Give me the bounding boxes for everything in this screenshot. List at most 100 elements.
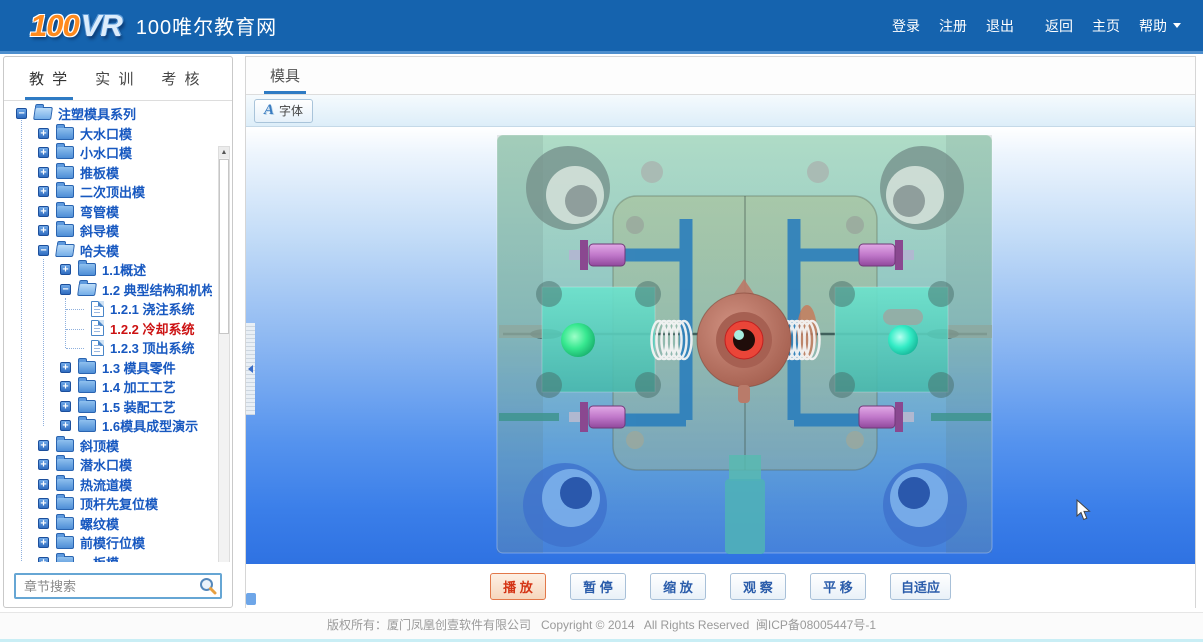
tree-item[interactable]: +顶杆先复位模 xyxy=(4,494,212,514)
expand-icon[interactable]: + xyxy=(60,264,71,275)
nav-login[interactable]: 登录 xyxy=(892,16,920,36)
folder-icon xyxy=(56,556,74,562)
expand-icon[interactable]: + xyxy=(60,420,71,431)
tab-label: 考 核 xyxy=(161,68,201,89)
tree-item[interactable]: +斜顶模 xyxy=(4,436,212,456)
tree-item-label: 前模行位模 xyxy=(80,533,145,552)
nav-home-label: 主页 xyxy=(1092,16,1120,36)
tree-item[interactable]: +1.5 装配工艺 xyxy=(4,397,212,417)
tree-item[interactable]: +潜水口模 xyxy=(4,455,212,475)
tree-item[interactable]: −1.2 典型结构和机构 xyxy=(4,280,212,300)
zoom-button[interactable]: 缩 放 xyxy=(650,573,706,600)
pan-button[interactable]: 平 移 xyxy=(810,573,866,600)
expand-icon[interactable]: + xyxy=(38,498,49,509)
folder-icon xyxy=(56,185,74,198)
scroll-thumb[interactable] xyxy=(219,159,229,334)
tree-item-label: 一板模 xyxy=(80,553,119,562)
tree-wrap: −注塑模具系列+大水口模+小水口模+推板模+二次顶出模+弯管模+斜导模−哈夫模+… xyxy=(4,101,232,562)
tab-assessment[interactable]: 考 核 xyxy=(157,57,205,100)
expand-icon[interactable]: + xyxy=(38,459,49,470)
folder-icon xyxy=(56,166,74,179)
observe-button[interactable]: 观 察 xyxy=(730,573,786,600)
tree-item[interactable]: +螺纹模 xyxy=(4,514,212,534)
expand-icon[interactable]: + xyxy=(38,225,49,236)
sidebar-collapse-handle[interactable] xyxy=(246,323,255,415)
tree-item[interactable]: −注塑模具系列 xyxy=(4,104,212,124)
folder-icon xyxy=(56,146,74,159)
tree-item[interactable]: + 大水口模 xyxy=(4,124,212,144)
expand-icon[interactable]: + xyxy=(60,381,71,392)
chevron-down-icon xyxy=(1173,23,1181,28)
tree-item[interactable]: 1.2.3 顶出系统 xyxy=(4,338,212,358)
font-button[interactable]: A 字体 xyxy=(254,99,313,123)
logo-vr: VR xyxy=(81,8,122,44)
search-input[interactable] xyxy=(14,573,222,599)
sidebar: 教 学实 训考 核 −注塑模具系列+大水口模+小水口模+推板模+二次顶出模+弯管… xyxy=(3,56,233,608)
expand-icon[interactable]: + xyxy=(38,440,49,451)
tree-item[interactable]: +推板模 xyxy=(4,163,212,183)
pause-button[interactable]: 暂 停 xyxy=(570,573,626,600)
expand-icon[interactable]: + xyxy=(38,147,49,158)
folder-icon xyxy=(56,497,74,510)
magnifier-icon[interactable] xyxy=(199,577,217,595)
expand-icon[interactable]: + xyxy=(38,167,49,178)
mold-3d-model[interactable] xyxy=(246,127,1195,564)
tree-item[interactable]: +1.6模具成型演示 xyxy=(4,416,212,436)
play-button[interactable]: 播 放 xyxy=(490,573,546,600)
tree-item[interactable]: 1.2.2 冷却系统 xyxy=(4,319,212,339)
nav-back[interactable]: 返回 xyxy=(1045,16,1073,36)
tree-item[interactable]: +1.4 加工工艺 xyxy=(4,377,212,397)
collapse-icon[interactable]: − xyxy=(16,108,27,119)
nav-register[interactable]: 注册 xyxy=(939,16,967,36)
tree-item[interactable]: + 前模行位模 xyxy=(4,533,212,553)
expand-icon[interactable]: + xyxy=(38,518,49,529)
tree-item-label: 弯管模 xyxy=(80,202,119,221)
expand-icon[interactable]: + xyxy=(60,362,71,373)
collapse-icon[interactable]: − xyxy=(38,245,49,256)
nav-logout[interactable]: 退出 xyxy=(986,16,1014,36)
scroll-up-icon[interactable]: ▲ xyxy=(219,147,229,158)
tree-item-label: 热流道模 xyxy=(80,475,132,494)
tree-item[interactable]: +1.1概述 xyxy=(4,260,212,280)
nav-help-label: 帮助 xyxy=(1139,16,1167,36)
folder-icon xyxy=(56,536,74,549)
tree-item-label: 大水口模 xyxy=(80,124,132,143)
tree-item-label: 1.3 模具零件 xyxy=(102,358,176,377)
folder-icon xyxy=(56,458,74,471)
tree-item[interactable]: +斜导模 xyxy=(4,221,212,241)
nav-help[interactable]: 帮助 xyxy=(1139,16,1181,36)
folder-icon xyxy=(56,205,74,218)
3d-viewer[interactable] xyxy=(246,127,1195,564)
scroll-handle[interactable] xyxy=(246,593,256,605)
expand-icon[interactable]: + xyxy=(38,557,49,562)
expand-icon[interactable]: + xyxy=(38,537,49,548)
collapse-icon[interactable]: − xyxy=(60,284,71,295)
tree-item[interactable]: + 一板模 xyxy=(4,553,212,563)
nav-home[interactable]: 主页 xyxy=(1092,16,1120,36)
tree-item[interactable]: +小水口模 xyxy=(4,143,212,163)
tree-item[interactable]: −哈夫模 xyxy=(4,241,212,261)
expand-icon[interactable]: + xyxy=(38,206,49,217)
tab-label: 实 训 xyxy=(95,68,135,89)
tree-scrollbar[interactable]: ▲ ▼ xyxy=(218,146,230,562)
expand-icon[interactable]: + xyxy=(38,479,49,490)
nav-register-label: 注册 xyxy=(939,16,967,36)
expand-icon[interactable]: + xyxy=(60,401,71,412)
folder-icon xyxy=(78,380,96,393)
tree-item[interactable]: + 热流道模 xyxy=(4,475,212,495)
tree-item[interactable]: +二次顶出模 xyxy=(4,182,212,202)
tree-item[interactable]: + 弯管模 xyxy=(4,202,212,222)
tab-mold[interactable]: 模具 xyxy=(264,57,306,94)
tab-teaching[interactable]: 教 学 xyxy=(25,57,73,100)
tab-training[interactable]: 实 训 xyxy=(91,57,139,100)
tree-item[interactable]: +1.3 模具零件 xyxy=(4,358,212,378)
site-logo[interactable]: 100 VR xyxy=(30,8,122,44)
search-row xyxy=(14,573,222,599)
fit-button[interactable]: 自适应 xyxy=(890,573,951,600)
tab-mold-label: 模具 xyxy=(270,65,300,86)
tree-item-label: 1.2.2 冷却系统 xyxy=(110,319,195,338)
expand-icon[interactable]: + xyxy=(38,186,49,197)
expand-icon[interactable]: + xyxy=(38,128,49,139)
tree-item-label: 1.1概述 xyxy=(102,260,146,279)
tree-item[interactable]: 1.2.1 浇注系统 xyxy=(4,299,212,319)
